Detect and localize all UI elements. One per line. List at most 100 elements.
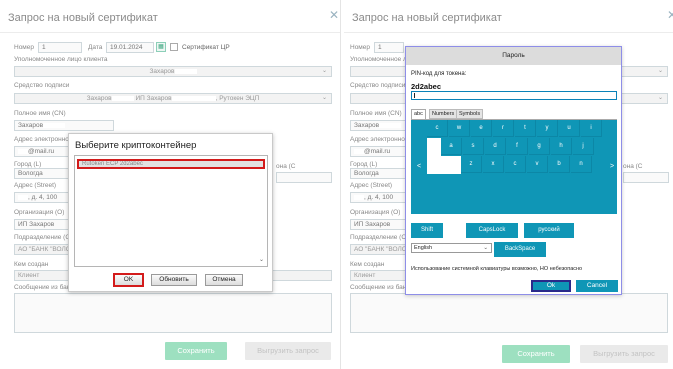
key-j[interactable]: j [573,138,594,155]
key-v[interactable]: v [527,156,548,173]
container-item[interactable]: Rutoken ECP 2d2abec [77,159,265,169]
shift-key[interactable]: Shift [411,223,443,238]
dept-field[interactable]: АО "БАНК "ВОЛОГ [14,244,69,255]
backspace-key[interactable]: BackSpace [494,242,546,257]
crypto-container-dialog: Выберите криптоконтейнер Rutoken ECP 2d2… [68,133,273,292]
close-icon[interactable]: ✕ [329,9,339,21]
date-field[interactable]: 19.01.2024 [106,42,154,53]
key-c[interactable]: c [427,120,448,137]
chevron-down-icon: ⌄ [321,68,327,74]
pin-label: PIN-код для токена: [411,71,467,77]
ok-button[interactable]: OK [113,273,144,287]
export-button[interactable]: Выгрузить запрос [245,342,331,360]
cn-value: Захаров [18,122,44,129]
number-label: Номер [14,44,35,51]
container-list[interactable]: Rutoken ECP 2d2abec ⌄ [74,155,268,267]
signing-value-token: , Рутокен ЭЦП [215,95,260,102]
key-b[interactable]: b [549,156,570,173]
tab-abc[interactable]: abc [411,109,426,119]
org-field[interactable]: ИП Захаров [14,219,69,230]
security-note: Использование системной клавиатуры возмо… [411,266,583,272]
kb-left-arrow[interactable]: < [411,120,427,214]
city-field[interactable]: Вологда [14,168,69,179]
cn-field[interactable]: Захаров [350,120,406,131]
street-value: , д. 4, 100 [364,194,394,201]
virtual-keyboard: < > cwertyui asdfghj zxcvbn [411,119,617,215]
client-select[interactable]: Захаров ⌄ [14,66,332,77]
cn-field[interactable]: Захаров [14,120,114,131]
client-value: Захаров [149,68,175,75]
key-s[interactable]: s [463,138,484,155]
save-button[interactable]: Сохранить [165,342,227,360]
dept-label: Подразделение (O [14,234,71,241]
key-i[interactable]: i [581,120,602,137]
key-c[interactable]: c [505,156,526,173]
key-t[interactable]: t [515,120,536,137]
refresh-button[interactable]: Обновить [151,274,197,286]
chevron-down-icon: ⌄ [483,245,488,251]
dialog-title: Запрос на новый сертификат [8,12,158,24]
key-g[interactable]: g [529,138,550,155]
region-label: она (С [276,163,296,170]
key-h[interactable]: h [551,138,572,155]
key-y[interactable]: y [537,120,558,137]
calendar-icon[interactable]: ▦ [156,42,166,52]
key-f[interactable]: f [507,138,528,155]
key-n[interactable]: n [571,156,592,173]
region-label: она (С [623,163,643,170]
key-a[interactable]: a [441,138,462,155]
dialog-title: Запрос на новый сертификат [352,12,502,24]
key-w[interactable]: w [449,120,470,137]
save-button[interactable]: Сохранить [502,345,570,363]
org-field[interactable]: ИП Захаров [350,219,406,230]
client-label: Уполномоченное лицо клиента [14,56,108,63]
number-field[interactable]: 1 [374,42,404,53]
kb-right-arrow[interactable]: > [607,120,617,214]
email-label: Адрес электронно [350,136,405,143]
email-field[interactable]: @mail.ru [14,146,69,157]
cn-value: Захаров [354,122,380,129]
signing-select[interactable]: Захаров ИП Захаров , Рутокен ЭЦП ⌄ [14,93,332,104]
region-field[interactable] [623,172,669,183]
title-divider [0,32,340,33]
tab-numbers[interactable]: Numbers [429,109,458,119]
chevron-down-icon: ⌄ [321,95,327,101]
ca-checkbox-label: Сертификат ЦР [182,44,230,51]
key-x[interactable]: x [483,156,504,173]
dept-field[interactable]: АО "БАНК "ВОЛОГ [350,244,406,255]
pin-cancel-button[interactable]: Cancel [576,280,618,292]
key-u[interactable]: u [559,120,580,137]
close-icon[interactable]: ✕ [667,9,673,21]
created-label: Кем создан [14,261,49,268]
email-field[interactable]: @mail.ru [350,146,406,157]
pin-dialog: Пароль PIN-код для токена: 2d2abec abc N… [405,46,622,295]
bank-msg-area[interactable] [14,293,332,333]
chevron-down-icon[interactable]: ⌄ [259,256,264,263]
ca-checkbox[interactable] [170,43,178,51]
capslock-key[interactable]: CapsLock [466,223,518,238]
chevron-down-icon: ⌄ [657,95,663,101]
created-label: Кем создан [350,261,385,268]
region-field[interactable] [276,172,332,183]
signing-value-org: ИП Захаров [135,95,172,102]
street-field[interactable]: , д. 4, 100 [350,192,406,203]
city-field[interactable]: Вологда [350,168,406,179]
crypto-dialog-title: Выберите криптоконтейнер [75,140,197,151]
key-r[interactable]: r [493,120,514,137]
street-field[interactable]: , д. 4, 100 [14,192,69,203]
pin-ok-button[interactable]: Ok [531,280,571,292]
key-d[interactable]: d [485,138,506,155]
language-select[interactable]: English ⌄ [411,243,492,253]
key-z[interactable]: z [461,156,482,173]
cn-label: Полное имя (CN) [14,110,66,117]
key-e[interactable]: e [471,120,492,137]
language-key[interactable]: русский [524,223,574,238]
number-field[interactable]: 1 [38,42,82,53]
city-label: Город (L) [14,161,42,168]
pin-input[interactable] [411,91,617,100]
created-field[interactable]: Клиент [350,270,406,281]
tab-symbols[interactable]: Symbols [456,109,484,119]
bank-msg-area[interactable] [350,293,668,333]
cancel-button[interactable]: Отмена [205,274,243,286]
export-button[interactable]: Выгрузить запрос [580,345,668,363]
